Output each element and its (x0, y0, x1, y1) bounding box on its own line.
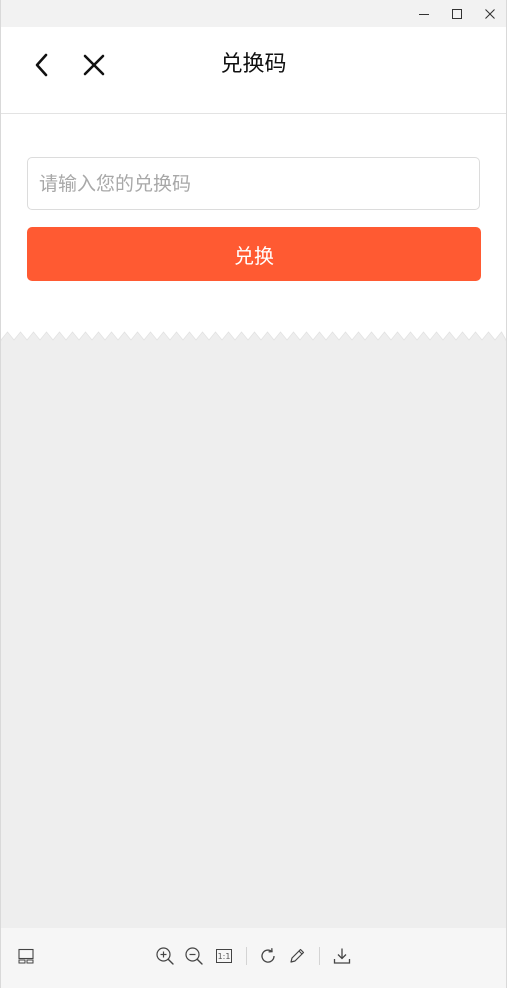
window-close-button[interactable] (473, 0, 506, 27)
toolbar-divider (319, 947, 320, 965)
rotate-icon (261, 948, 275, 963)
nav-header: 兑换码 (1, 27, 506, 114)
zoom-out-button[interactable] (182, 944, 206, 968)
layout-button[interactable] (14, 944, 38, 968)
minimize-icon (418, 13, 429, 15)
layout-icon (18, 948, 34, 964)
redeem-code-input[interactable] (27, 157, 480, 210)
maximize-button[interactable] (440, 0, 473, 27)
actual-size-icon: 1:1 (216, 949, 232, 963)
page-title: 兑换码 (220, 52, 287, 77)
maximize-icon (451, 8, 462, 19)
redeem-form: 兑换 (1, 114, 506, 334)
edit-icon (290, 948, 305, 963)
rotate-button[interactable] (256, 944, 280, 968)
zoom-out-icon (185, 947, 203, 965)
redeem-button[interactable]: 兑换 (27, 227, 481, 281)
zoom-in-button[interactable] (153, 944, 177, 968)
edit-button[interactable] (285, 944, 309, 968)
toolbar-divider (246, 947, 247, 965)
close-icon (484, 8, 495, 19)
actual-size-button[interactable]: 1:1 (212, 944, 236, 968)
actual-size-label: 1:1 (217, 951, 231, 961)
bottom-toolbar: 1:1 (1, 928, 506, 988)
minimize-button[interactable] (407, 0, 440, 27)
download-icon (333, 948, 351, 964)
zoom-in-icon (156, 947, 174, 965)
app-window: 兑换码 兑换 (0, 0, 507, 988)
empty-content-area (1, 341, 506, 928)
window-titlebar (1, 0, 506, 27)
download-button[interactable] (330, 944, 354, 968)
